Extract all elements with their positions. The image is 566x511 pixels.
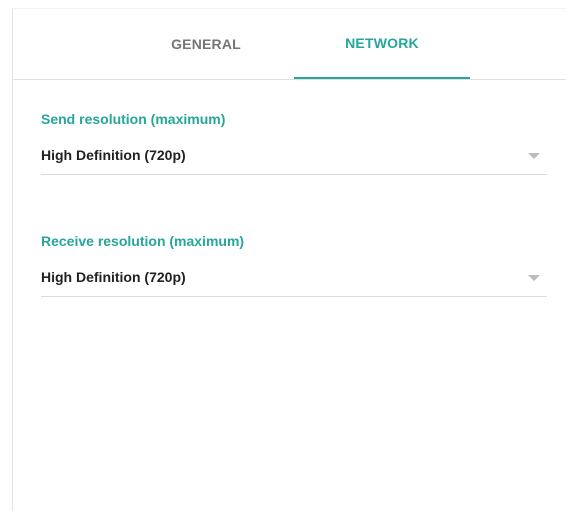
chevron-down-icon[interactable] bbox=[528, 275, 540, 281]
tab-general[interactable]: GENERAL bbox=[118, 9, 294, 79]
send-resolution-label: Send resolution (maximum) bbox=[41, 111, 226, 127]
send-resolution-value: High Definition (720p) bbox=[41, 147, 186, 163]
receive-resolution-value: High Definition (720p) bbox=[41, 269, 186, 285]
tab-network[interactable]: NETWORK bbox=[294, 9, 470, 79]
tab-bar: GENERAL NETWORK bbox=[13, 9, 566, 80]
settings-panel: GENERAL NETWORK Send resolution (maximum… bbox=[12, 8, 566, 511]
receive-resolution-label: Receive resolution (maximum) bbox=[41, 233, 245, 249]
send-resolution-select[interactable]: High Definition (720p) bbox=[41, 135, 547, 175]
receive-resolution-select[interactable]: High Definition (720p) bbox=[41, 257, 547, 297]
chevron-down-icon[interactable] bbox=[528, 153, 540, 159]
